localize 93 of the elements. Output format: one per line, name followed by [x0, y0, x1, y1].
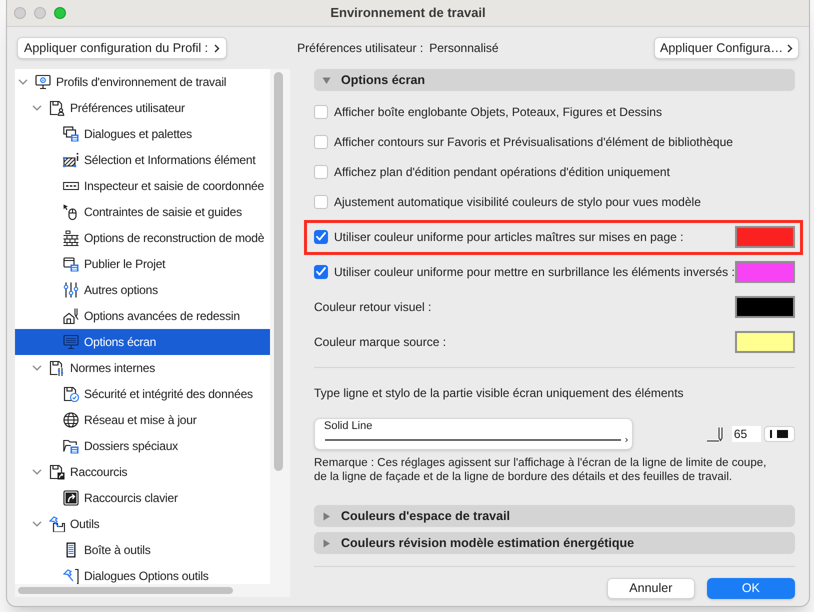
section-header[interactable]: Couleurs d'espace de travail	[314, 505, 795, 527]
chevron-down-icon[interactable]	[32, 469, 42, 475]
option-label: Utiliser couleur uniforme pour articles maîtres sur mises en page :	[334, 228, 684, 246]
zoom-button[interactable]	[54, 7, 66, 19]
hammer-bracket-icon	[63, 568, 79, 584]
checkbox[interactable]	[314, 195, 328, 209]
tree-item[interactable]: Dialogues Options outils	[15, 563, 270, 584]
apply-profile-button[interactable]: Appliquer configuration du Profil :	[17, 37, 228, 59]
checkbox[interactable]	[314, 135, 328, 149]
pen-color-icon	[770, 430, 788, 438]
tree-item[interactable]: Options avancées de redessin	[15, 303, 270, 329]
shortcut-key-icon	[63, 490, 79, 506]
tree-item[interactable]: Options de reconstruction de modè	[15, 225, 270, 251]
tree-item[interactable]: Profils d'environnement de travail	[15, 69, 270, 95]
chevron-right-icon	[625, 436, 628, 444]
section-header[interactable]: Options écran	[314, 69, 795, 91]
tree-item[interactable]: Réseau et mise à jour	[15, 407, 270, 433]
option-label: Affichez plan d'édition pendant opérations d'édition uniquement	[334, 164, 670, 181]
chevron-right-icon	[787, 44, 793, 52]
scrollbar-thumb[interactable]	[274, 72, 283, 471]
tree-item[interactable]: Dialogues et palettes	[15, 121, 270, 147]
checkmark-icon	[316, 232, 326, 241]
disk-shortcut-icon	[49, 464, 65, 480]
tree-item[interactable]: Autres options	[15, 277, 270, 303]
tree-item[interactable]: Boîte à outils	[15, 537, 270, 563]
tree-item[interactable]: Dossiers spéciaux	[15, 433, 270, 459]
chevron-down-icon[interactable]	[32, 365, 42, 371]
brick-wall-icon	[63, 230, 79, 246]
section-title: Options écran	[341, 72, 426, 89]
option-label: Ajustement automatique visibilité couleurs de stylo pour vues modèle	[334, 194, 701, 211]
chevron-down-icon[interactable]	[32, 105, 42, 111]
tree-item[interactable]: Publier le Projet	[15, 251, 270, 277]
section-header[interactable]: Couleurs révision modèle estimation énergétique	[314, 532, 795, 554]
mouse-cursor-icon	[63, 204, 79, 220]
chevron-down-icon[interactable]	[18, 79, 28, 85]
tree-item[interactable]: Sécurité et intégrité des données	[15, 381, 270, 407]
window-title: Environnement de travail	[330, 4, 486, 22]
folder-list-icon	[63, 438, 79, 454]
disk-check-icon	[63, 386, 79, 402]
checkmark-icon	[316, 267, 326, 276]
chevron-down-icon[interactable]	[32, 521, 42, 527]
tree-item[interactable]: Options écran	[15, 329, 270, 355]
option-label: Couleur marque source :	[314, 334, 446, 350]
tree-item[interactable]: Normes internes	[15, 355, 270, 381]
tree-item[interactable]: Contraintes de saisie et guides	[15, 199, 270, 225]
sliders-icon	[63, 282, 79, 298]
triangle-right-icon[interactable]	[322, 512, 331, 520]
cancel-button[interactable]: Annuler	[606, 578, 695, 599]
line-type-selector[interactable]: Solid Line	[314, 418, 633, 450]
chevron-right-icon	[214, 44, 220, 52]
ok-button[interactable]: OK	[706, 578, 795, 599]
color-swatch[interactable]	[734, 226, 795, 248]
monitor-gear-icon	[35, 74, 51, 90]
solid-line-icon	[325, 439, 621, 441]
tree-item[interactable]: Raccourcis clavier	[15, 485, 270, 511]
tree-item[interactable]: Raccourcis	[15, 459, 270, 485]
apply-configuration-button[interactable]: Appliquer Configura…	[654, 37, 799, 59]
option-label: Utiliser couleur uniforme pour mettre en surbrillance les éléments inversés :	[334, 264, 735, 280]
document-windows-icon	[63, 256, 79, 272]
house-pen-icon	[63, 308, 79, 324]
scrollbar-thumb[interactable]	[18, 587, 233, 594]
pen-number-field[interactable]: 65	[732, 426, 761, 442]
option-label: Afficher contours sur Favoris et Prévisualisations d'élément de bibliothèque	[334, 134, 733, 151]
checkbox[interactable]	[314, 165, 328, 179]
line-type-caption: Type ligne et stylo de la partie visible écran uniquement des éléments	[314, 386, 684, 400]
status-value: Personnalisé	[429, 40, 499, 57]
pen-color-button[interactable]	[764, 426, 795, 442]
checkbox[interactable]	[314, 105, 328, 119]
disk-sliders-icon	[49, 360, 65, 376]
status-label: Préférences utilisateur :	[297, 40, 424, 57]
hatched-selection-icon	[63, 152, 79, 168]
tree-item[interactable]: Préférences utilisateur	[15, 95, 270, 121]
checkbox[interactable]	[314, 230, 328, 244]
triangle-down-icon[interactable]	[322, 76, 331, 84]
section-title: Couleurs d'espace de travail	[341, 508, 510, 525]
tree-item[interactable]: Outils	[15, 511, 270, 537]
note-text: Remarque : Ces réglages agissent sur l'affichage à l'écran de la ligne de limite de coupe, de la ligne de façade et de la ligne de bordure des détails et des feuilles de travail.	[314, 456, 768, 484]
disk-user-icon	[49, 100, 65, 116]
option-label: Afficher boîte englobante Objets, Poteaux, Figures et Dessins	[334, 104, 662, 121]
pen-icon	[706, 426, 724, 442]
tree-item[interactable]: Inspecteur et saisie de coordonnée	[15, 173, 270, 199]
windows-icon	[63, 126, 79, 142]
checkbox[interactable]	[314, 264, 328, 278]
color-swatch[interactable]	[734, 260, 795, 282]
triangle-right-icon[interactable]	[322, 538, 331, 548]
color-swatch[interactable]	[734, 330, 795, 352]
globe-icon	[63, 412, 79, 428]
hammer-disk-icon	[49, 516, 65, 532]
monitor-icon	[63, 334, 79, 350]
tree-item[interactable]: Sélection et Informations élément	[15, 147, 270, 173]
section-title: Couleurs révision modèle estimation énergétique	[341, 534, 634, 552]
option-label: Couleur retour visuel :	[314, 298, 432, 316]
color-swatch[interactable]	[734, 296, 795, 318]
